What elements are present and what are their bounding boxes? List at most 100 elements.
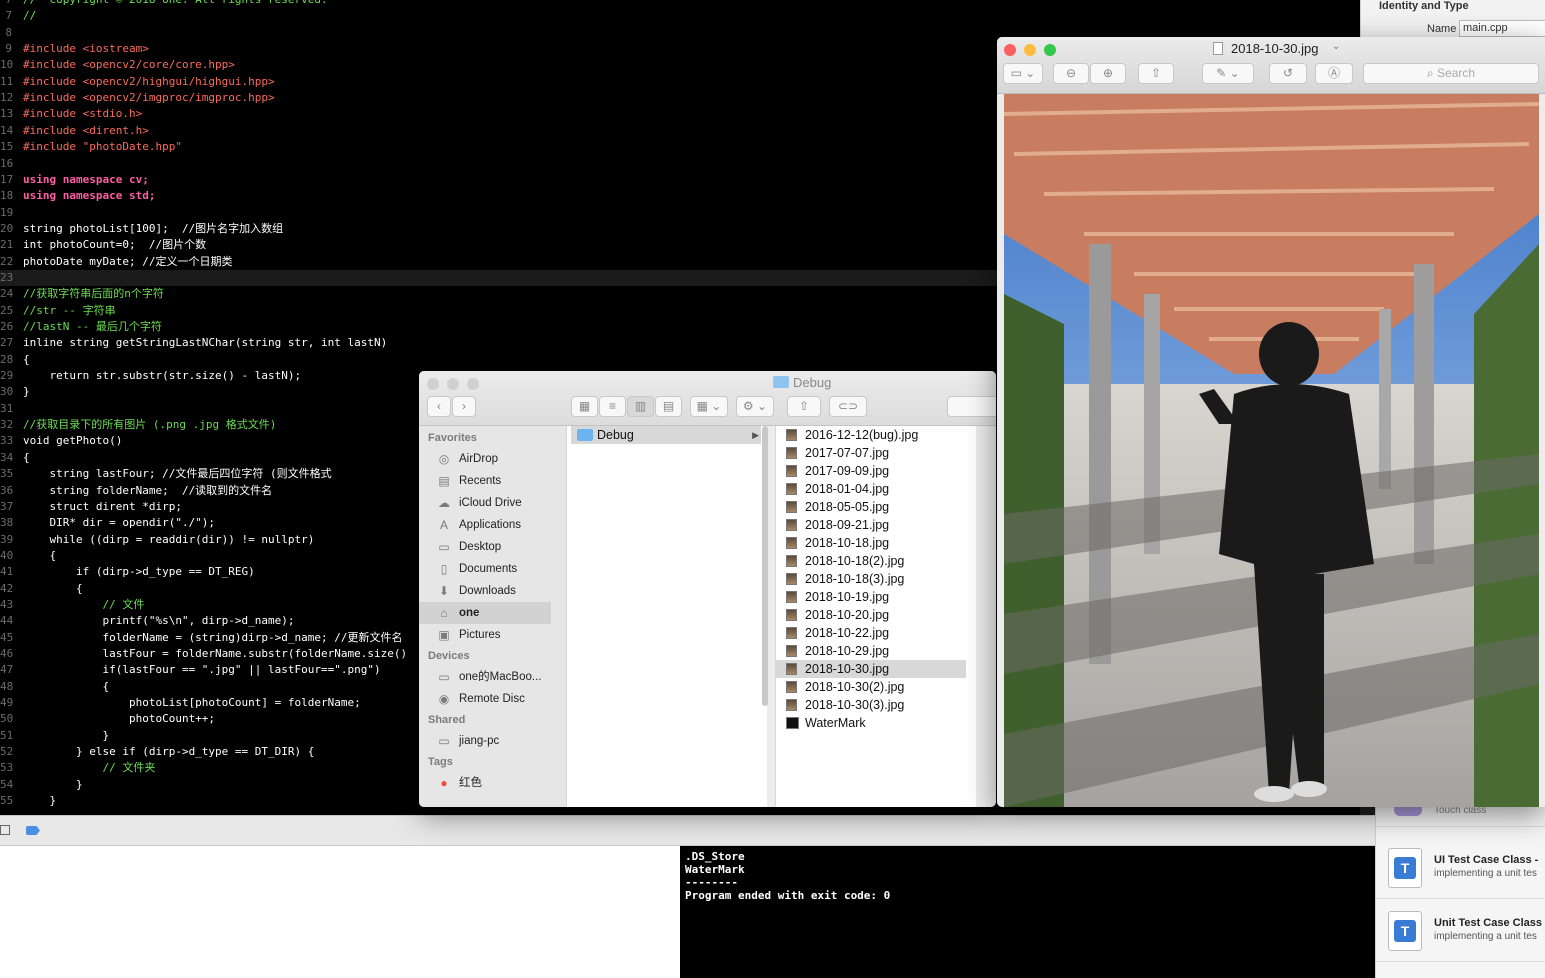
sidebar-item[interactable]: ☁ iCloud Drive bbox=[419, 492, 551, 514]
share-icon[interactable]: ⇧ bbox=[1138, 63, 1174, 84]
folder-row[interactable]: Debug ▶ bbox=[571, 426, 761, 444]
library-item[interactable]: T UI Test Case Class - implementing a un… bbox=[1376, 836, 1545, 899]
finder-sidebar: Favorites ◎ AirDrop ▤ Recents ☁ iCloud Drive A A… bbox=[419, 426, 566, 807]
sidebar-item[interactable]: ▤ Recents bbox=[419, 470, 551, 492]
jpg-file-icon bbox=[1213, 42, 1223, 55]
close-button[interactable] bbox=[1004, 44, 1016, 56]
file-row[interactable]: 2018-10-22.jpg bbox=[776, 624, 966, 642]
file-row[interactable]: 2016-12-12(bug).jpg bbox=[776, 426, 966, 444]
file-name: 2018-10-30(2).jpg bbox=[805, 680, 905, 694]
gallery-view-button[interactable]: ▤ bbox=[655, 396, 682, 417]
photo-canvas bbox=[1004, 94, 1539, 807]
forward-button[interactable]: › bbox=[452, 396, 476, 417]
line-number: 42 bbox=[0, 581, 14, 595]
icon-view-button[interactable]: ▦ bbox=[571, 396, 598, 417]
file-row[interactable]: 2018-10-29.jpg bbox=[776, 642, 966, 660]
image-file-icon bbox=[786, 465, 797, 477]
zoom-button[interactable] bbox=[1044, 44, 1056, 56]
file-row[interactable]: 2018-09-21.jpg bbox=[776, 516, 966, 534]
file-row[interactable]: 2018-10-18(3).jpg bbox=[776, 570, 966, 588]
image-file-icon bbox=[786, 555, 797, 567]
markup-icon[interactable]: ✎ ⌄ bbox=[1202, 63, 1254, 84]
line-number: 14 bbox=[0, 123, 14, 137]
file-row[interactable]: 2018-01-04.jpg bbox=[776, 480, 966, 498]
image-file-icon bbox=[786, 591, 797, 603]
test-file-icon: T bbox=[1388, 848, 1422, 888]
file-row[interactable]: 2017-09-09.jpg bbox=[776, 462, 966, 480]
line-number: 33 bbox=[0, 434, 14, 448]
share-icon[interactable]: ⇧ bbox=[787, 396, 821, 417]
sidebar-heading: Devices bbox=[428, 650, 470, 662]
sidebar-item[interactable]: ⬇ Downloads bbox=[419, 580, 551, 602]
zoom-in-icon[interactable]: ⊕ bbox=[1090, 63, 1126, 84]
chevron-down-icon[interactable]: ⌄ bbox=[1332, 41, 1340, 52]
column-browser[interactable]: Debug ▶ bbox=[566, 426, 768, 807]
sidebar-item-label: Desktop bbox=[459, 541, 502, 553]
file-row[interactable]: 2018-10-30(3).jpg bbox=[776, 696, 966, 714]
file-row[interactable]: 2018-10-18(2).jpg bbox=[776, 552, 966, 570]
search-field[interactable]: ⌕ Search bbox=[1363, 63, 1539, 84]
file-name: 2018-10-19.jpg bbox=[805, 590, 890, 604]
line-number: 45 bbox=[0, 630, 14, 644]
zoom-out-icon[interactable]: ⊖ bbox=[1053, 63, 1089, 84]
column-scrollbar[interactable] bbox=[762, 426, 768, 706]
sidebar-item[interactable]: ▭ Desktop bbox=[419, 536, 551, 558]
line-number: 9 bbox=[5, 42, 12, 56]
code-text: DIR* dir = opendir("./"); bbox=[23, 516, 216, 530]
code-text: #include "photoDate.hpp" bbox=[23, 140, 182, 154]
back-button[interactable]: ‹ bbox=[427, 396, 451, 417]
sidebar-item[interactable]: ▭ one的MacBoo... bbox=[419, 666, 551, 688]
sidebar-item[interactable]: A Applications bbox=[419, 514, 551, 536]
line-number: 51 bbox=[0, 728, 14, 742]
file-name: 2018-10-20.jpg bbox=[805, 608, 890, 622]
file-row[interactable]: WaterMark bbox=[776, 714, 966, 732]
file-row[interactable]: 2018-10-30(2).jpg bbox=[776, 678, 966, 696]
code-text: inline string getStringLastNChar(string … bbox=[23, 336, 388, 350]
file-row[interactable]: 2018-10-20.jpg bbox=[776, 606, 966, 624]
sidebar-item[interactable]: ▯ Documents bbox=[419, 558, 551, 580]
sidebar-item[interactable]: ● 红色 bbox=[419, 772, 551, 794]
close-button[interactable] bbox=[427, 378, 439, 390]
minimize-button[interactable] bbox=[1024, 44, 1036, 56]
line-number: 22 bbox=[0, 254, 14, 268]
code-line[interactable]: 7 // bbox=[0, 8, 1360, 24]
search-field[interactable] bbox=[947, 396, 996, 417]
action-gear-icon[interactable]: ⚙ ⌄ bbox=[736, 396, 774, 417]
line-number: 16 bbox=[0, 156, 14, 170]
minimize-button[interactable] bbox=[447, 378, 459, 390]
file-row[interactable]: 2017-07-07.jpg bbox=[776, 444, 966, 462]
sidebar-toggle-icon[interactable]: ▭ ⌄ bbox=[1003, 63, 1043, 84]
line-number: 40 bbox=[0, 548, 14, 562]
sidebar-item[interactable]: ▭ jiang-pc bbox=[419, 730, 551, 752]
annotate-icon[interactable]: Ⓐ bbox=[1315, 63, 1353, 84]
code-text: // 文件夹 bbox=[23, 761, 156, 775]
code-text: #include <opencv2/core/core.hpp> bbox=[23, 58, 235, 72]
column-view-button[interactable]: ▥ bbox=[627, 396, 654, 417]
image-file-icon bbox=[786, 663, 797, 675]
file-name: WaterMark bbox=[805, 716, 866, 730]
rotate-icon[interactable]: ↺ bbox=[1269, 63, 1307, 84]
line-number: 29 bbox=[0, 369, 14, 383]
sidebar-item[interactable]: ◎ AirDrop bbox=[419, 448, 551, 470]
sidebar-item[interactable]: ⌂ one bbox=[419, 602, 551, 624]
console-toggle-icon[interactable] bbox=[0, 825, 10, 835]
breakpoint-icon[interactable] bbox=[26, 826, 40, 835]
debug-bar bbox=[0, 815, 1375, 846]
name-label: Name bbox=[1427, 23, 1457, 35]
file-row[interactable]: 2018-10-18.jpg bbox=[776, 534, 966, 552]
group-button[interactable]: ▦ ⌄ bbox=[690, 396, 728, 417]
zoom-button[interactable] bbox=[467, 378, 479, 390]
line-number: 19 bbox=[0, 205, 14, 219]
line-number: 10 bbox=[0, 58, 14, 72]
file-row[interactable]: 2018-10-30.jpg bbox=[776, 660, 966, 678]
tag-icon[interactable]: ⊂⊃ bbox=[829, 396, 867, 417]
library-item[interactable]: T Unit Test Case Class implementing a un… bbox=[1376, 899, 1545, 962]
file-list[interactable]: 2016-12-12(bug).jpg 2017-07-07.jpg 2017-09… bbox=[775, 426, 976, 807]
code-line[interactable]: 7 // Copyright © 2018 one. All rights res… bbox=[0, 0, 1360, 8]
name-field[interactable]: main.cpp bbox=[1459, 20, 1545, 37]
sidebar-item[interactable]: ▣ Pictures bbox=[419, 624, 551, 646]
file-row[interactable]: 2018-10-19.jpg bbox=[776, 588, 966, 606]
sidebar-item[interactable]: ◉ Remote Disc bbox=[419, 688, 551, 710]
list-view-button[interactable]: ≡ bbox=[599, 396, 626, 417]
file-row[interactable]: 2018-05-05.jpg bbox=[776, 498, 966, 516]
